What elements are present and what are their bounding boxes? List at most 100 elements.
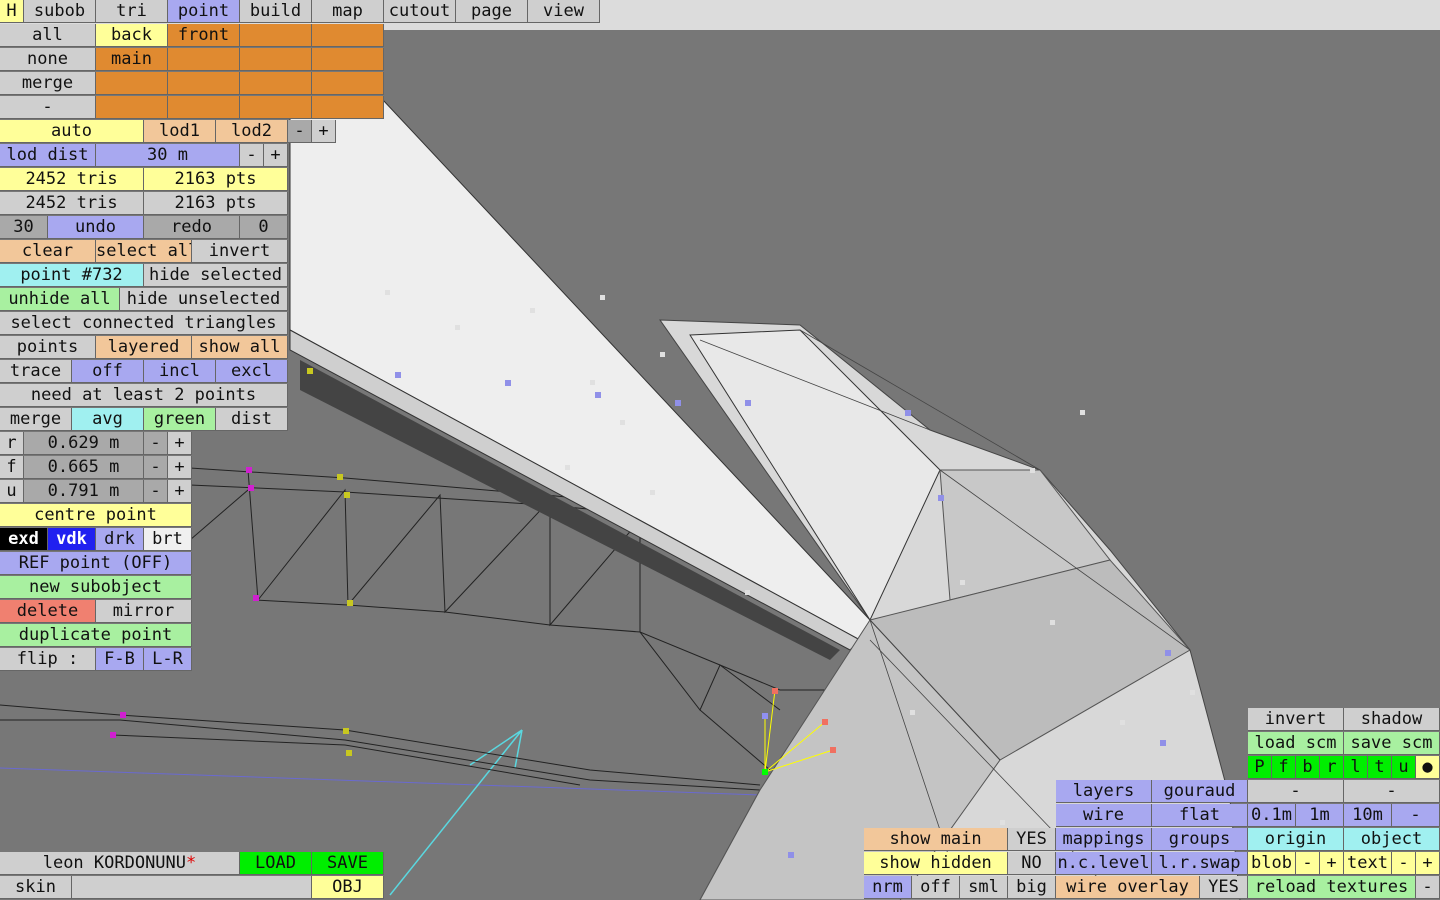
menu-subob[interactable]: subob (24, 0, 96, 23)
show-hidden-button[interactable]: show hidden (864, 852, 1008, 875)
load-button[interactable]: LOAD (240, 852, 312, 875)
normals-off-button[interactable]: off (912, 876, 960, 899)
delete-button[interactable]: delete (0, 600, 96, 623)
coord-r-plus-button[interactable]: + (168, 432, 192, 455)
select-all-button[interactable]: select all (96, 240, 192, 263)
lod-dist-minus-button[interactable]: - (240, 144, 264, 167)
coord-f-plus-button[interactable]: + (168, 456, 192, 479)
merge-points-button[interactable]: merge (0, 408, 72, 431)
wire-overlay-button[interactable]: wire overlay (1056, 876, 1200, 899)
coord-r-value[interactable]: 0.629 m (24, 432, 144, 455)
subobject-main[interactable]: main (96, 48, 168, 71)
save-button[interactable]: SAVE (312, 852, 384, 875)
points-mode-button[interactable]: points (0, 336, 96, 359)
clear-selection-button[interactable]: clear (0, 240, 96, 263)
merge-green-button[interactable]: green (144, 408, 216, 431)
select-none-button[interactable]: none (0, 48, 96, 71)
style-vdk-button[interactable]: vdk (48, 528, 96, 551)
text-minus-button[interactable]: - (1392, 852, 1416, 875)
menu-view[interactable]: view (528, 0, 600, 23)
dash-button[interactable]: - (0, 96, 96, 119)
trace-off-button[interactable]: off (72, 360, 144, 383)
step-minus-button[interactable]: - (1392, 804, 1440, 827)
lod-dist-plus-button[interactable]: + (264, 144, 288, 167)
load-scm-button[interactable]: load scm (1248, 732, 1344, 755)
invert-view-button[interactable]: invert (1248, 708, 1344, 731)
subobject-slot[interactable] (312, 72, 384, 95)
subobject-slot[interactable] (168, 48, 240, 71)
hide-selected-button[interactable]: hide selected (144, 264, 288, 287)
lod-auto-button[interactable]: auto (0, 120, 144, 143)
view-dot-button[interactable]: ● (1416, 756, 1440, 779)
merge-dist-button[interactable]: dist (216, 408, 288, 431)
view-l-button[interactable]: l (1344, 756, 1368, 779)
shadow-button[interactable]: shadow (1344, 708, 1440, 731)
blob-minus-button[interactable]: - (1296, 852, 1320, 875)
menu-help[interactable]: H (0, 0, 24, 23)
normals-nrm-button[interactable]: nrm (864, 876, 912, 899)
lod-plus-button[interactable]: + (312, 120, 336, 143)
merge-avg-button[interactable]: avg (72, 408, 144, 431)
subobject-slot[interactable] (168, 96, 240, 119)
gouraud-button[interactable]: gouraud (1152, 780, 1248, 803)
origin-button[interactable]: origin (1248, 828, 1344, 851)
select-connected-triangles-button[interactable]: select connected triangles (0, 312, 288, 335)
menu-map[interactable]: map (312, 0, 384, 23)
dash-left-button[interactable]: - (1248, 780, 1344, 803)
subobject-front[interactable]: front (168, 24, 240, 47)
subobject-slot[interactable] (240, 72, 312, 95)
show-main-value[interactable]: YES (1008, 828, 1056, 851)
style-exd-button[interactable]: exd (0, 528, 48, 551)
save-scm-button[interactable]: save scm (1344, 732, 1440, 755)
centre-point-button[interactable]: centre point (0, 504, 192, 527)
view-f-button[interactable]: f (1272, 756, 1296, 779)
subobject-slot[interactable] (240, 24, 312, 47)
mappings-button[interactable]: mappings (1056, 828, 1152, 851)
undo-button[interactable]: undo (48, 216, 144, 239)
flip-fb-button[interactable]: F-B (96, 648, 144, 671)
flat-button[interactable]: flat (1152, 804, 1248, 827)
subobject-slot[interactable] (312, 48, 384, 71)
merge-subobjects-button[interactable]: merge (0, 72, 96, 95)
unhide-all-button[interactable]: unhide all (0, 288, 120, 311)
nc-level-button[interactable]: n.c.level (1056, 852, 1152, 875)
view-r-button[interactable]: r (1320, 756, 1344, 779)
menu-build[interactable]: build (240, 0, 312, 23)
coord-r-minus-button[interactable]: - (144, 432, 168, 455)
lr-swap-button[interactable]: l.r.swap (1152, 852, 1248, 875)
menu-point[interactable]: point (168, 0, 240, 23)
subobject-slot[interactable] (312, 96, 384, 119)
coord-f-value[interactable]: 0.665 m (24, 456, 144, 479)
step-10m-button[interactable]: 10m (1344, 804, 1392, 827)
coord-u-minus-button[interactable]: - (144, 480, 168, 503)
select-all-subobjects-button[interactable]: all (0, 24, 96, 47)
normals-big-button[interactable]: big (1008, 876, 1056, 899)
reload-textures-button[interactable]: reload textures (1248, 876, 1416, 899)
wire-overlay-value[interactable]: YES (1200, 876, 1248, 899)
subobject-slot[interactable] (96, 72, 168, 95)
skin-button[interactable]: skin (0, 876, 72, 899)
view-t-button[interactable]: t (1368, 756, 1392, 779)
lod1-button[interactable]: lod1 (144, 120, 216, 143)
invert-selection-button[interactable]: invert (192, 240, 288, 263)
menu-cutout[interactable]: cutout (384, 0, 456, 23)
step-01m-button[interactable]: 0.1m (1248, 804, 1296, 827)
text-plus-button[interactable]: + (1416, 852, 1440, 875)
text-button[interactable]: text (1344, 852, 1392, 875)
step-1m-button[interactable]: 1m (1296, 804, 1344, 827)
subobject-slot[interactable] (240, 96, 312, 119)
blob-button[interactable]: blob (1248, 852, 1296, 875)
view-u-button[interactable]: u (1392, 756, 1416, 779)
subobject-slot[interactable] (168, 72, 240, 95)
subobject-back[interactable]: back (96, 24, 168, 47)
style-brt-button[interactable]: brt (144, 528, 192, 551)
menu-tri[interactable]: tri (96, 0, 168, 23)
layers-button[interactable]: layers (1056, 780, 1152, 803)
lod2-button[interactable]: lod2 (216, 120, 288, 143)
show-main-button[interactable]: show main (864, 828, 1008, 851)
coord-u-plus-button[interactable]: + (168, 480, 192, 503)
coord-u-value[interactable]: 0.791 m (24, 480, 144, 503)
menu-page[interactable]: page (456, 0, 528, 23)
redo-button[interactable]: redo (144, 216, 240, 239)
wire-button[interactable]: wire (1056, 804, 1152, 827)
